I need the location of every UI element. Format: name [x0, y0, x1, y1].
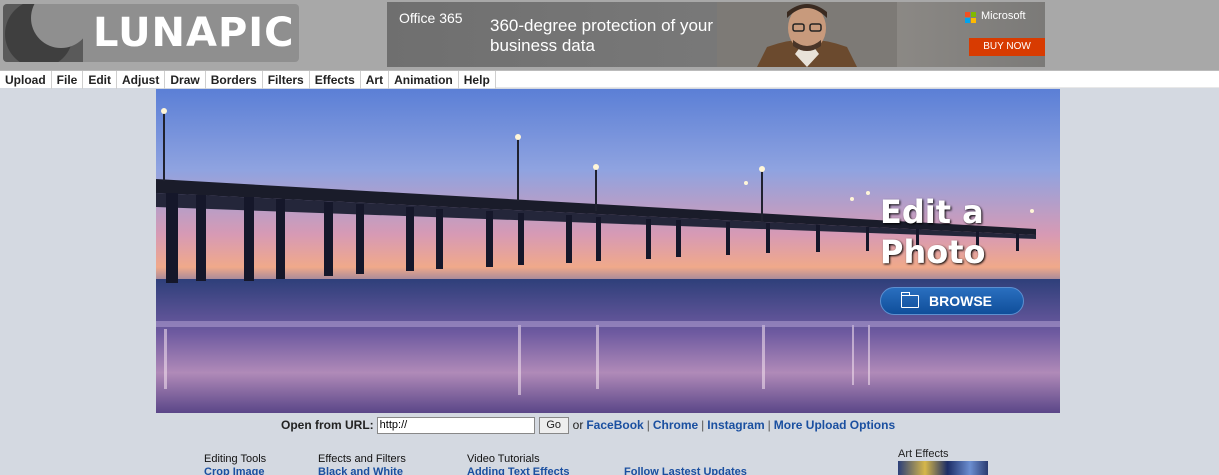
hero-title-line1: Edit a	[880, 193, 984, 231]
chrome-link[interactable]: Chrome	[653, 418, 698, 432]
art-effects-thumbnail[interactable]	[898, 461, 988, 475]
buy-now-button[interactable]: BUY NOW	[969, 38, 1045, 56]
menu-animation[interactable]: Animation	[389, 71, 459, 89]
instagram-link[interactable]: Instagram	[707, 418, 764, 432]
ad-headline: 360-degree protection of your business d…	[490, 16, 714, 55]
art-effects-heading: Art Effects	[898, 448, 949, 460]
facebook-link[interactable]: FaceBook	[586, 418, 643, 432]
editing-tools-heading: Editing Tools	[204, 453, 267, 465]
ad-brand: Office 365	[399, 10, 463, 26]
menu-effects[interactable]: Effects	[310, 71, 361, 89]
follow-updates-link[interactable]: Follow Lastest Updates	[624, 466, 747, 475]
folder-icon	[900, 292, 919, 308]
logo-text: LUNAPIC	[93, 10, 295, 56]
menu-filters[interactable]: Filters	[263, 71, 310, 89]
moon-logo-icon	[3, 4, 83, 62]
more-upload-options-link[interactable]: More Upload Options	[774, 418, 895, 432]
hero-title: Edit a Photo	[880, 192, 986, 272]
effects-filters-heading: Effects and Filters	[318, 453, 406, 465]
menu-help[interactable]: Help	[459, 71, 496, 89]
go-button[interactable]: Go	[538, 416, 569, 434]
main-menu: Upload File Edit Adjust Draw Borders Fil…	[0, 70, 1219, 89]
adding-text-effects-link[interactable]: Adding Text Effects	[467, 466, 569, 475]
microsoft-logo-icon	[965, 12, 977, 24]
url-input[interactable]	[376, 416, 535, 434]
ad-person-photo	[717, 2, 897, 67]
hero-title-line2: Photo	[880, 233, 986, 271]
menu-filler	[495, 71, 1219, 88]
hero-banner: Edit a Photo BROWSE	[156, 89, 1060, 413]
menu-art[interactable]: Art	[361, 71, 390, 89]
open-url-row: Open from URL: Go or FaceBook | Chrome |…	[281, 416, 895, 434]
open-url-label: Open from URL:	[281, 418, 374, 432]
advertisement-banner[interactable]: Office 365 360-degree protection of your…	[387, 2, 1045, 67]
black-and-white-link[interactable]: Black and White	[318, 466, 406, 475]
separator: |	[767, 418, 771, 432]
separator: |	[646, 418, 650, 432]
menu-file[interactable]: File	[52, 71, 84, 89]
or-text: or	[572, 418, 584, 432]
menu-upload[interactable]: Upload	[0, 71, 52, 89]
lunapic-logo[interactable]: LUNAPIC	[3, 4, 299, 62]
follow-column: Follow Lastest Updates	[624, 466, 747, 475]
separator: |	[701, 418, 705, 432]
video-tutorials-column: Video Tutorials Adding Text Effects	[467, 453, 569, 475]
menu-borders[interactable]: Borders	[206, 71, 263, 89]
ad-advertiser: Microsoft	[981, 10, 1026, 22]
video-tutorials-heading: Video Tutorials	[467, 453, 540, 465]
menu-draw[interactable]: Draw	[165, 71, 206, 89]
editing-tools-column: Editing Tools Crop Image	[204, 453, 266, 475]
crop-image-link[interactable]: Crop Image	[204, 466, 266, 475]
effects-filters-column: Effects and Filters Black and White	[318, 453, 406, 475]
menu-adjust[interactable]: Adjust	[117, 71, 166, 89]
browse-label: BROWSE	[929, 293, 992, 309]
menu-edit[interactable]: Edit	[83, 71, 118, 89]
site-header: LUNAPIC Office 365 360-degree protection…	[0, 0, 1219, 70]
browse-button[interactable]: BROWSE	[880, 287, 1024, 315]
